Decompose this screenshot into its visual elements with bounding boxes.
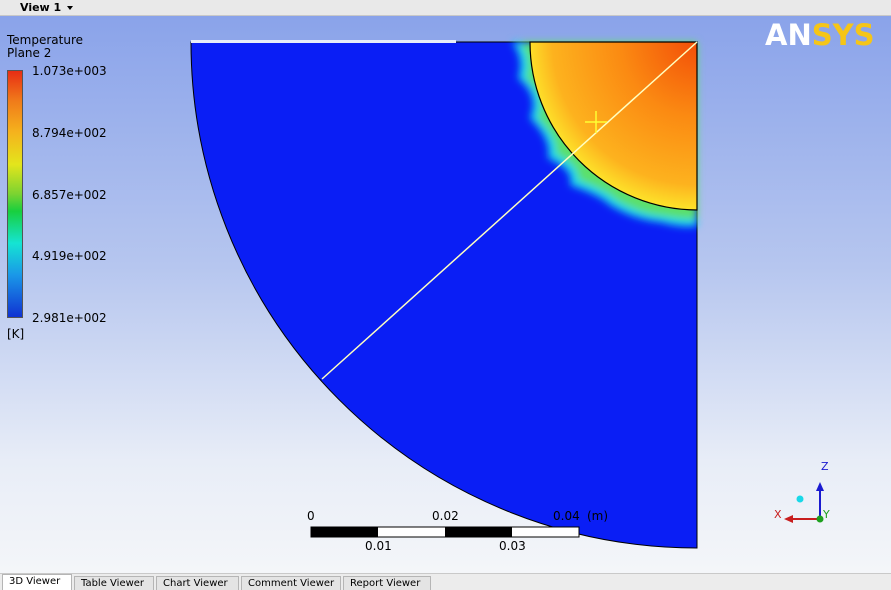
legend-value-3: 6.857e+002 (32, 188, 107, 202)
scale-label-0-03: 0.03 (499, 539, 526, 553)
scale-bar (310, 526, 580, 538)
tab-chart-viewer[interactable]: Chart Viewer (156, 576, 239, 590)
scale-unit: (m) (587, 509, 609, 523)
contour-plot (190, 40, 824, 549)
3d-viewport[interactable]: Temperature Plane 2 1.073e+003 8.794e+00… (0, 16, 891, 573)
legend-title: Temperature Plane 2 (7, 34, 83, 60)
scale-label-0: 0 (307, 509, 315, 523)
axis-label-z: Z (821, 460, 829, 473)
legend-unit: [K] (7, 327, 25, 341)
axis-triad (784, 482, 824, 523)
top-edge-strip (191, 40, 456, 43)
tab-comment-viewer[interactable]: Comment Viewer (241, 576, 341, 590)
view-dropdown-label: View 1 (20, 1, 62, 14)
tab-report-viewer[interactable]: Report Viewer (343, 576, 431, 590)
legend-value-4: 4.919e+002 (32, 249, 107, 263)
legend-colorbar (7, 70, 23, 318)
legend-plane: Plane 2 (7, 46, 52, 60)
ansys-logo: ANSYS (765, 18, 875, 52)
legend-value-max: 1.073e+003 (32, 64, 107, 78)
tab-table-viewer[interactable]: Table Viewer (74, 576, 154, 590)
axis-label-y: Y (823, 508, 830, 521)
scale-label-0-02: 0.02 (432, 509, 459, 523)
scale-label-0-01: 0.01 (365, 539, 392, 553)
viewer-tabs: 3D Viewer Table Viewer Chart Viewer Comm… (0, 573, 891, 590)
view-dropdown[interactable]: View 1 (20, 0, 74, 15)
axis-label-x: X (774, 508, 782, 521)
scale-label-0-04: 0.04 (553, 509, 580, 523)
chevron-down-icon (67, 6, 74, 10)
viewer-toolbar: View 1 (0, 0, 891, 16)
legend-value-2: 8.794e+002 (32, 126, 107, 140)
legend-value-min: 2.981e+002 (32, 311, 107, 325)
tab-3d-viewer[interactable]: 3D Viewer (2, 574, 72, 590)
